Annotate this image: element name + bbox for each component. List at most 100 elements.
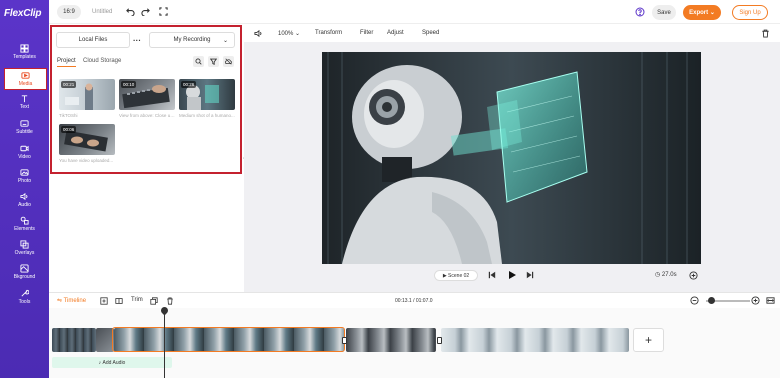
timeline-clip[interactable] [441, 328, 629, 352]
photo-icon [20, 168, 30, 176]
media-thumbnail[interactable]: 00:21 [59, 79, 115, 110]
search-icon[interactable] [193, 56, 204, 67]
sign-up-button[interactable]: Sign Up [732, 5, 768, 20]
cloud-off-icon[interactable] [223, 56, 234, 67]
scene-label: Scene 02 [448, 272, 470, 279]
timeline-time: 00:13.1 / 01:07.0 [395, 298, 433, 304]
help-icon[interactable] [635, 7, 645, 19]
previous-icon[interactable] [488, 271, 496, 281]
duration-badge: 00:26 [181, 81, 197, 88]
timeline-label: Timeline [63, 298, 87, 304]
zoom-slider-handle[interactable] [708, 297, 715, 304]
export-button[interactable]: Export ⌄ [683, 5, 721, 20]
sidebar-item-photo[interactable]: Photo [0, 165, 49, 187]
chevron-down-icon: ⌄ [222, 38, 228, 44]
timeline-toggle[interactable]: ⇋ Timeline [57, 297, 86, 304]
fit-screen-icon[interactable] [689, 271, 698, 282]
export-label: Export [689, 9, 709, 16]
tab-cloud-storage[interactable]: Cloud Storage [83, 58, 121, 64]
sidebar-item-tools[interactable]: Tools [0, 286, 49, 308]
transition-marker[interactable] [342, 337, 347, 344]
transform-button[interactable]: Transform [315, 30, 342, 36]
filter-button[interactable]: Filter [360, 30, 373, 36]
sidebar-item-templates[interactable]: Templates [0, 41, 49, 63]
timeline-icon: ⇋ [57, 298, 63, 304]
play-icon[interactable] [507, 270, 517, 282]
tools-icon [20, 289, 30, 297]
trim-button[interactable]: Trim [131, 297, 143, 303]
sidebar-item-label: Bkground [13, 274, 36, 280]
thumbnail-caption: View from above: Close up... [119, 113, 176, 118]
text-icon [20, 94, 30, 102]
add-scene-icon[interactable] [100, 297, 108, 307]
app-logo[interactable]: FlexClip [4, 8, 41, 19]
duration-readout[interactable]: ◷ 27.0s [655, 271, 677, 278]
sidebar-item-label: Audio [18, 202, 31, 208]
sidebar-item-elements[interactable]: Elements [0, 213, 49, 235]
sidebar-item-audio[interactable]: Audio [0, 189, 49, 211]
zoom-dropdown[interactable]: 100% ⌄ [278, 30, 300, 37]
sidebar-item-label: Overlays [14, 250, 35, 256]
thumbnail-caption: Medium shot of a humano... [179, 113, 235, 118]
duration-badge: 00:10 [121, 81, 137, 88]
media-icon [21, 71, 31, 79]
add-clip-button[interactable]: + [633, 328, 664, 352]
transition-marker[interactable] [437, 337, 442, 344]
media-thumbnail[interactable]: 00:10 [119, 79, 175, 110]
zoom-out-icon[interactable] [690, 296, 699, 307]
media-thumbnail[interactable]: 00:06 [59, 124, 115, 155]
delete-icon[interactable] [166, 297, 174, 307]
local-files-button[interactable]: Local Files [56, 32, 130, 48]
undo-icon[interactable] [126, 7, 135, 18]
duration-badge: 00:21 [61, 81, 77, 88]
fullscreen-icon[interactable] [159, 7, 168, 18]
sidebar: FlexClip Templates Media Text Subtitle V… [0, 0, 49, 378]
add-audio-label: Add Audio [102, 359, 126, 366]
video-preview[interactable] [322, 52, 701, 264]
sidebar-item-label: Video [18, 154, 31, 160]
filter-icon[interactable] [208, 56, 219, 67]
sidebar-item-background[interactable]: Bkground [0, 261, 49, 283]
save-button[interactable]: Save [652, 5, 676, 20]
media-panel: Local Files ··· My Recording ⌄ Project C… [50, 25, 242, 174]
zoom-value: 100% [278, 31, 294, 37]
trash-icon[interactable] [761, 29, 770, 40]
thumbnail-caption: TikTOShi [59, 113, 78, 118]
video-frame-art [322, 52, 701, 264]
speed-button[interactable]: Speed [422, 30, 439, 36]
video-icon [20, 144, 30, 152]
adjust-button[interactable]: Adjust [387, 30, 404, 36]
sidebar-item-text[interactable]: Text [0, 91, 49, 113]
sidebar-item-media[interactable]: Media [4, 68, 47, 90]
redo-icon[interactable] [141, 7, 150, 18]
aspect-ratio-button[interactable]: 16:9 [57, 5, 81, 19]
duplicate-icon[interactable] [150, 297, 158, 307]
sidebar-item-video[interactable]: Video [0, 141, 49, 163]
elements-icon [20, 216, 30, 225]
volume-icon[interactable] [254, 29, 263, 40]
sidebar-item-subtitle[interactable]: Subtitle [0, 116, 49, 138]
project-title[interactable]: Untitled [92, 9, 112, 15]
split-icon[interactable] [115, 297, 123, 307]
more-options-button[interactable]: ··· [128, 32, 146, 48]
top-bar: 16:9 Untitled Save Export ⌄ Sign Up [49, 0, 780, 24]
my-recording-dropdown[interactable]: My Recording ⌄ [149, 32, 235, 48]
sidebar-item-overlays[interactable]: Overlays [0, 237, 49, 259]
sidebar-item-label: Media [18, 81, 33, 87]
next-icon[interactable] [526, 271, 534, 281]
sidebar-item-label: Templates [13, 54, 36, 60]
zoom-in-icon[interactable] [751, 296, 760, 307]
fit-timeline-icon[interactable] [766, 296, 775, 307]
scene-play-button[interactable]: ▶ Scene 02 [434, 270, 478, 281]
chevron-down-icon: ⌄ [709, 10, 715, 16]
timeline-clip[interactable] [52, 328, 96, 352]
add-audio-button[interactable]: ♪ Add Audio [52, 357, 172, 368]
sidebar-item-label: Photo [17, 178, 32, 184]
clock-icon: ◷ [655, 272, 661, 278]
chevron-down-icon: ⌄ [295, 31, 301, 37]
timeline-clip[interactable] [346, 328, 436, 352]
tab-project[interactable]: Project [57, 58, 76, 67]
playhead[interactable] [164, 309, 165, 378]
overlays-icon [20, 239, 30, 249]
media-thumbnail[interactable]: 00:26 [179, 79, 235, 110]
